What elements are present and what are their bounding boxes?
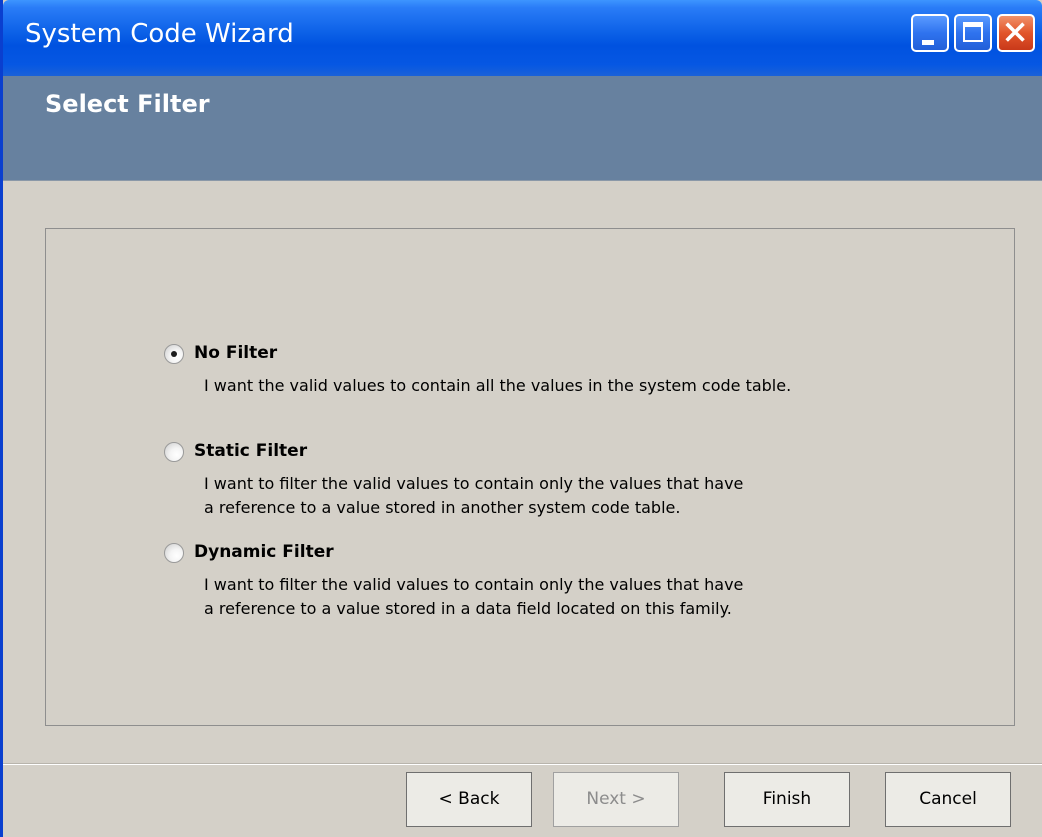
close-button[interactable] bbox=[997, 14, 1035, 52]
minimize-button[interactable] bbox=[911, 14, 949, 52]
maximize-icon bbox=[963, 22, 983, 42]
system-code-wizard-window: System Code Wizard Select Filter No Filt… bbox=[0, 0, 1042, 837]
static-filter-radio[interactable] bbox=[164, 442, 184, 462]
dynamic-filter-description: I want to filter the valid values to con… bbox=[204, 573, 743, 621]
window-title: System Code Wizard bbox=[25, 19, 294, 49]
cancel-button[interactable]: Cancel bbox=[885, 772, 1011, 827]
maximize-button[interactable] bbox=[954, 14, 992, 52]
filter-options-panel: No Filter I want the valid values to con… bbox=[45, 228, 1015, 726]
footer-divider bbox=[3, 763, 1042, 765]
dynamic-filter-label[interactable]: Dynamic Filter bbox=[194, 542, 334, 562]
page-title: Select Filter bbox=[45, 90, 210, 118]
no-filter-label[interactable]: No Filter bbox=[194, 343, 277, 363]
next-button[interactable]: Next > bbox=[553, 772, 679, 827]
no-filter-radio[interactable] bbox=[164, 344, 184, 364]
wizard-header: Select Filter bbox=[3, 76, 1042, 181]
minimize-icon bbox=[922, 40, 934, 45]
close-icon bbox=[1005, 22, 1025, 42]
no-filter-description: I want the valid values to contain all t… bbox=[204, 374, 791, 398]
description-line: a reference to a value stored in another… bbox=[204, 498, 681, 517]
back-button[interactable]: < Back bbox=[406, 772, 532, 827]
dynamic-filter-radio[interactable] bbox=[164, 543, 184, 563]
title-bar[interactable]: System Code Wizard bbox=[3, 0, 1042, 76]
description-line: I want to filter the valid values to con… bbox=[204, 474, 744, 493]
static-filter-label[interactable]: Static Filter bbox=[194, 441, 307, 461]
finish-button[interactable]: Finish bbox=[724, 772, 850, 827]
description-line: I want the valid values to contain all t… bbox=[204, 376, 792, 395]
description-line: I want to filter the valid values to con… bbox=[204, 575, 744, 594]
static-filter-description: I want to filter the valid values to con… bbox=[204, 472, 743, 520]
description-line: a reference to a value stored in a data … bbox=[204, 599, 732, 618]
radio-selected-dot bbox=[171, 351, 177, 357]
